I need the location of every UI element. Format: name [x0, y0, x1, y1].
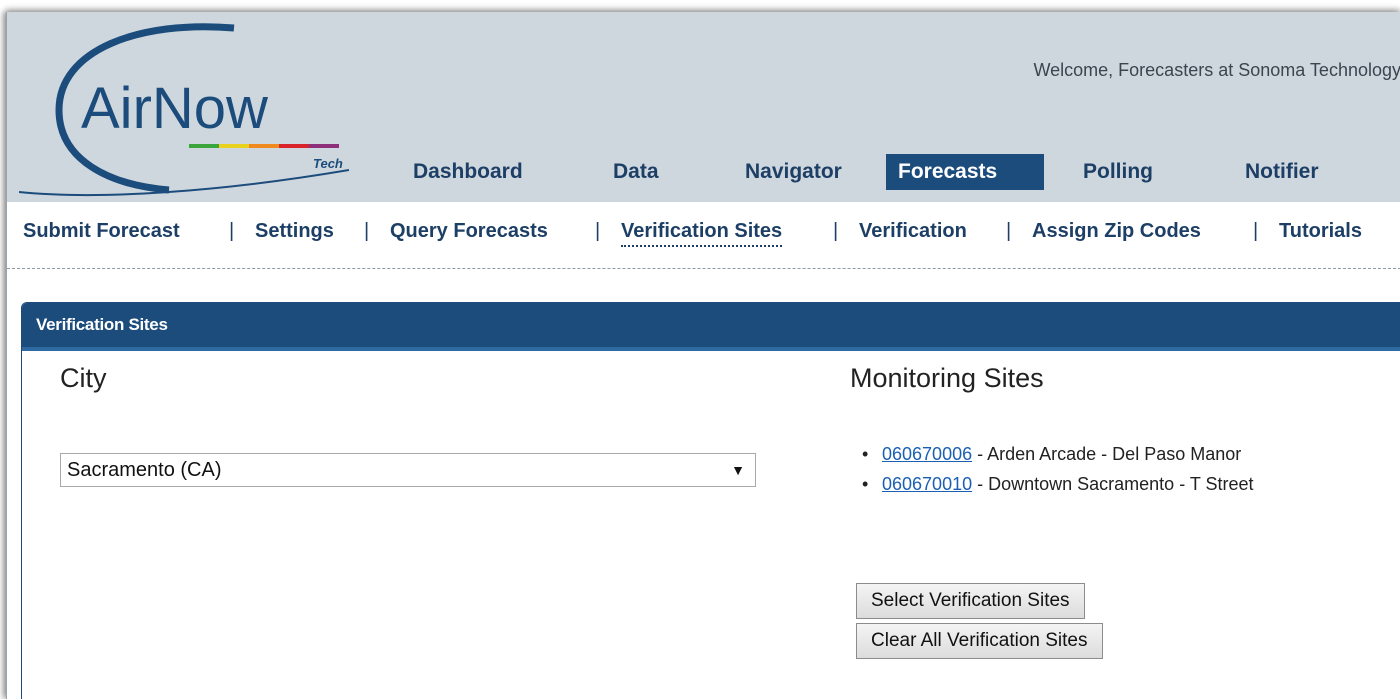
subnav-separator: | — [1253, 220, 1259, 242]
chevron-down-icon: ▼ — [731, 462, 745, 478]
subnav-separator: | — [229, 220, 235, 242]
site-link[interactable]: 060670006 — [882, 444, 972, 464]
city-label: City — [60, 363, 107, 393]
subnav-tutorials[interactable]: Tutorials — [1279, 220, 1362, 243]
subnav-verification[interactable]: Verification — [859, 220, 967, 243]
main-nav: Dashboard Data Navigator Forecasts Polli… — [7, 12, 1400, 202]
city-select-value: Sacramento (CA) — [67, 459, 222, 481]
panel-title: Verification Sites — [22, 303, 1400, 351]
subnav-separator: | — [595, 220, 601, 242]
nav-dashboard[interactable]: Dashboard — [407, 154, 529, 190]
select-verification-sites-button[interactable]: Select Verification Sites — [856, 583, 1085, 619]
bullet-icon: • — [862, 474, 869, 494]
nav-data[interactable]: Data — [607, 154, 665, 190]
site-name: - Arden Arcade - Del Paso Manor — [972, 444, 1242, 464]
clear-verification-sites-button[interactable]: Clear All Verification Sites — [856, 623, 1103, 659]
subnav-separator: | — [1006, 220, 1012, 242]
nav-notifier[interactable]: Notifier — [1239, 154, 1325, 190]
subnav-separator: | — [364, 220, 370, 242]
verification-sites-panel: Verification Sites City Sacramento (CA) … — [21, 302, 1400, 699]
subnav-submit-forecast[interactable]: Submit Forecast — [23, 220, 180, 243]
nav-forecasts[interactable]: Forecasts — [886, 154, 1044, 190]
list-item: • 060670006 - Arden Arcade - Del Paso Ma… — [850, 439, 1350, 469]
bullet-icon: • — [862, 444, 869, 464]
monitoring-sites-label: Monitoring Sites — [850, 363, 1044, 393]
app-window: AirNow Tech Welcome, Forecasters at Sono… — [6, 12, 1400, 699]
list-item: • 060670010 - Downtown Sacramento - T St… — [850, 469, 1302, 499]
nav-polling[interactable]: Polling — [1077, 154, 1159, 190]
subnav-query-forecasts[interactable]: Query Forecasts — [390, 220, 548, 243]
header: AirNow Tech Welcome, Forecasters at Sono… — [7, 12, 1400, 202]
subnav-separator: | — [833, 220, 839, 242]
sub-nav: Submit Forecast | Settings | Query Forec… — [7, 202, 1400, 269]
subnav-assign-zip-codes[interactable]: Assign Zip Codes — [1032, 220, 1201, 243]
monitoring-sites-list: • 060670006 - Arden Arcade - Del Paso Ma… — [850, 439, 1350, 499]
site-name: - Downtown Sacramento - T Street — [972, 474, 1254, 494]
subnav-settings[interactable]: Settings — [255, 220, 334, 243]
site-link[interactable]: 060670010 — [882, 474, 972, 494]
nav-navigator[interactable]: Navigator — [739, 154, 848, 190]
city-select[interactable]: Sacramento (CA) ▼ — [60, 453, 756, 487]
subnav-verification-sites[interactable]: Verification Sites — [621, 220, 783, 247]
